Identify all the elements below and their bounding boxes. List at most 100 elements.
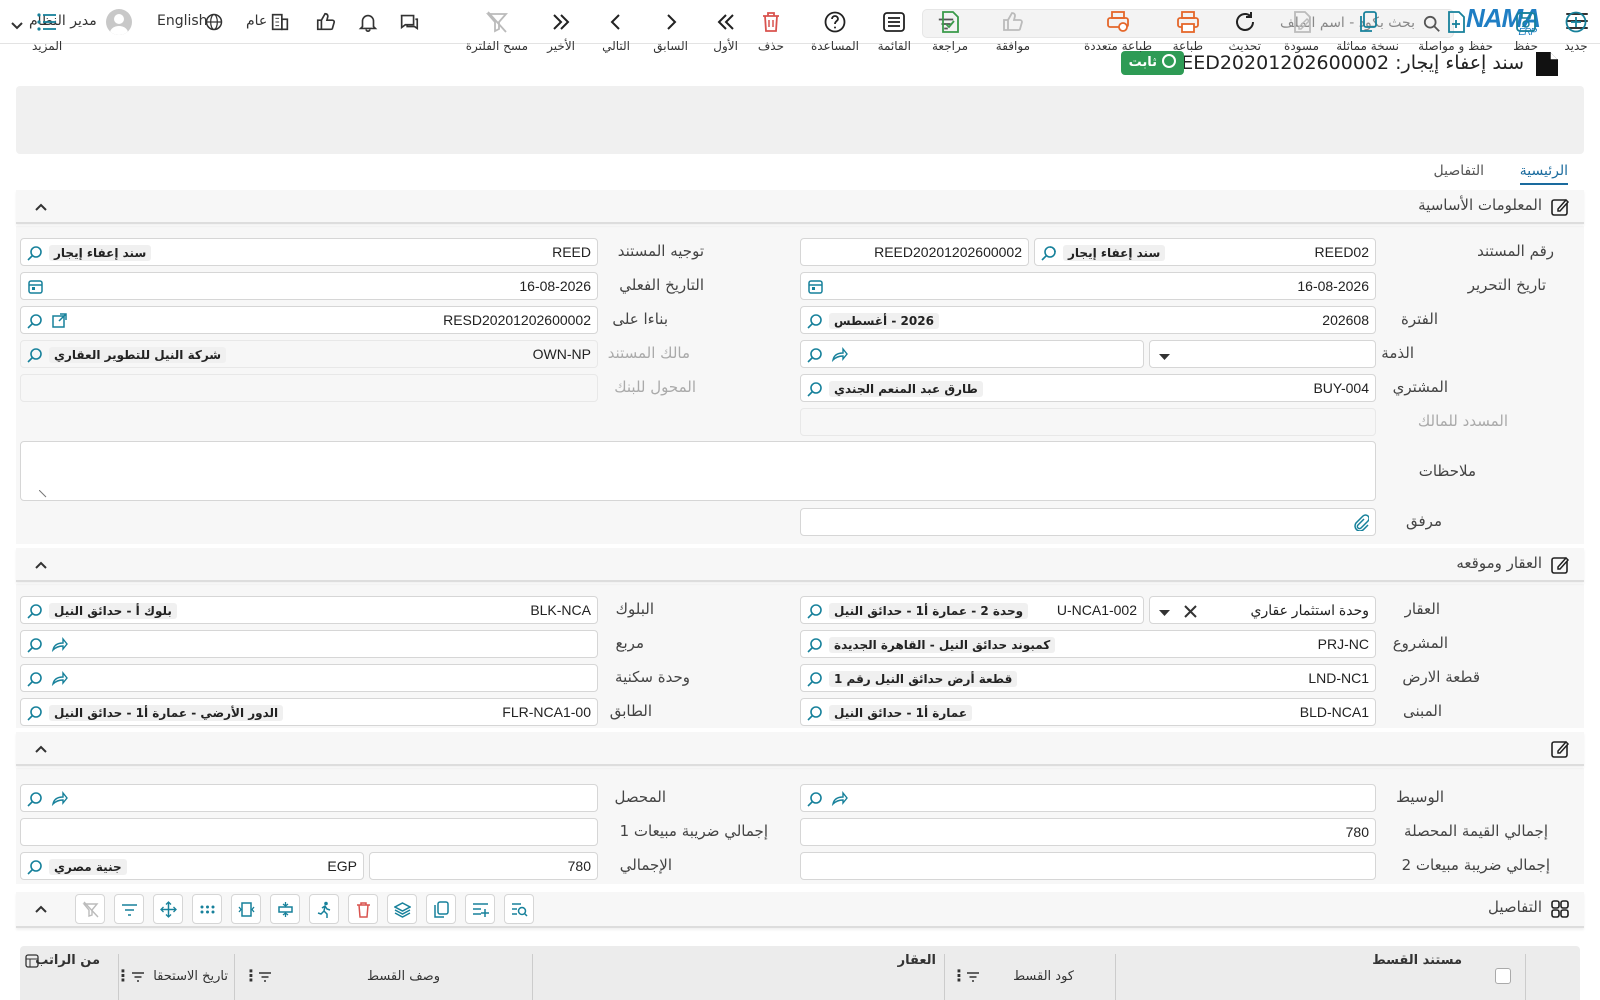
delete-button[interactable]: حذف: [758, 10, 784, 53]
lookup-icon[interactable]: [807, 704, 824, 721]
currency-field[interactable]: EGP جنية مصري: [20, 852, 364, 880]
chevron-down-icon[interactable]: [10, 15, 24, 37]
delete-row-button[interactable]: [348, 894, 378, 924]
share-icon[interactable]: [831, 790, 848, 807]
chevron-up-icon[interactable]: [34, 558, 48, 572]
property-type-select[interactable]: وحدة استثمار عقاري: [1149, 596, 1376, 624]
totals-header[interactable]: [16, 732, 1584, 766]
filter-icon[interactable]: [131, 970, 145, 984]
bell-icon[interactable]: [356, 11, 380, 33]
resize-handle-icon[interactable]: [39, 490, 47, 498]
clear-filter-button[interactable]: [75, 894, 105, 924]
col-from-salary[interactable]: من الراتب: [35, 953, 100, 968]
save-button[interactable]: حفظ: [1513, 10, 1538, 53]
next-button[interactable]: التالي: [602, 10, 630, 53]
lookup-icon[interactable]: [27, 704, 44, 721]
building-field[interactable]: BLD-NCA1 عمارة أ1 - حدائق النيل: [800, 698, 1376, 726]
actual-date-field[interactable]: 16-08-2026: [20, 272, 598, 300]
share-icon[interactable]: [831, 346, 848, 363]
clear-filter-button[interactable]: مسح الفلترة: [466, 10, 528, 53]
select-all-checkbox[interactable]: [1495, 968, 1511, 984]
residential-field[interactable]: [20, 664, 598, 692]
layers-button[interactable]: [387, 894, 417, 924]
add-row-button[interactable]: [465, 894, 495, 924]
lookup-icon[interactable]: [27, 346, 44, 363]
chevron-up-icon[interactable]: [34, 902, 48, 916]
print-button[interactable]: طباعة: [1173, 10, 1203, 53]
doc-book-field[interactable]: REED02 سند إعفاء إيجار: [1034, 238, 1376, 266]
grid-search-button[interactable]: [504, 894, 534, 924]
lookup-icon[interactable]: [27, 244, 44, 261]
lookup-icon[interactable]: [1041, 244, 1058, 261]
lookup-icon[interactable]: [807, 602, 824, 619]
share-icon[interactable]: [51, 636, 68, 653]
sales-tax2-field[interactable]: [800, 852, 1376, 880]
col-installment-code[interactable]: كود القسط: [1013, 969, 1074, 984]
edit-date-field[interactable]: 16-08-2026: [800, 272, 1376, 300]
lookup-icon[interactable]: [807, 636, 824, 653]
approve-button[interactable]: موافقة: [996, 10, 1030, 53]
based-on-field[interactable]: RESD20201202600002: [20, 306, 598, 334]
list-button[interactable]: القائمة: [878, 10, 911, 53]
first-button[interactable]: الأول: [713, 10, 738, 53]
lookup-icon[interactable]: [27, 602, 44, 619]
paperclip-icon[interactable]: [1352, 514, 1369, 531]
chevron-up-icon[interactable]: [34, 200, 48, 214]
lookup-icon[interactable]: [807, 346, 824, 363]
share-icon[interactable]: [51, 670, 68, 687]
lookup-icon[interactable]: [27, 312, 44, 329]
lookup-icon[interactable]: [807, 790, 824, 807]
close-icon[interactable]: [1182, 603, 1199, 620]
lookup-icon[interactable]: [27, 636, 44, 653]
help-button[interactable]: المساعدة: [811, 10, 859, 53]
floor-field[interactable]: FLR-NCA1-00 الدور الأرضي - عمارة أ1 - حد…: [20, 698, 598, 726]
previous-button[interactable]: السابق: [653, 10, 688, 53]
col-installment-doc[interactable]: مستند القسط: [1372, 953, 1462, 968]
col-installment-desc[interactable]: وصف القسط: [367, 969, 440, 984]
total-collected-field[interactable]: 780: [800, 818, 1376, 846]
draft-button[interactable]: مسودة: [1284, 10, 1319, 53]
new-button[interactable]: جديد: [1564, 10, 1588, 53]
multi-print-button[interactable]: طباعة متعددة: [1084, 10, 1152, 53]
lookup-icon[interactable]: [807, 380, 824, 397]
property-header[interactable]: العقار وموقعه: [16, 548, 1584, 582]
collector-field[interactable]: [20, 784, 598, 812]
lookup-icon[interactable]: [27, 858, 44, 875]
thumbs-up-icon[interactable]: [314, 11, 338, 33]
move-button[interactable]: [153, 894, 183, 924]
chat-icon[interactable]: [397, 11, 421, 33]
block-field[interactable]: BLK-NCA بلوك أ - حدائق النيل: [20, 596, 598, 624]
duplicate-button[interactable]: نسخة مماثلة: [1336, 10, 1399, 53]
filter-icon[interactable]: [258, 970, 272, 984]
project-field[interactable]: PRJ-NC كمبوند حدائق النيل - القاهرة الجد…: [800, 630, 1376, 658]
lookup-icon[interactable]: [807, 312, 824, 329]
external-link-icon[interactable]: [51, 312, 68, 329]
buyer-field[interactable]: BUY-004 طارق عبد المنعم الجندي: [800, 374, 1376, 402]
lookup-icon[interactable]: [807, 670, 824, 687]
tab-main[interactable]: الرئيسية: [1519, 163, 1568, 185]
calendar-icon[interactable]: [807, 278, 824, 295]
avatar[interactable]: [106, 9, 132, 35]
save-continue-button[interactable]: حفظ و مواصلة: [1418, 10, 1493, 53]
fit-columns-button[interactable]: [231, 894, 261, 924]
col-menu-icon[interactable]: ⋮: [951, 966, 967, 985]
lookup-icon[interactable]: [27, 790, 44, 807]
liability-field[interactable]: [800, 340, 1144, 368]
property-code-field[interactable]: U-NCA1-002 وحدة 2 - عمارة أ1 - حدائق الن…: [800, 596, 1144, 624]
sales-tax1-field[interactable]: [20, 818, 598, 846]
doc-code-field[interactable]: REED20201202600002: [800, 238, 1029, 266]
run-button[interactable]: [309, 894, 339, 924]
language-switch[interactable]: English: [157, 13, 208, 29]
col-property[interactable]: العقار: [898, 953, 936, 968]
collapse-button[interactable]: [270, 894, 300, 924]
share-icon[interactable]: [51, 790, 68, 807]
square-field[interactable]: [20, 630, 598, 658]
col-menu-icon[interactable]: ⋮: [243, 966, 259, 985]
last-button[interactable]: الأخير: [547, 10, 575, 53]
grand-total-field[interactable]: 780: [369, 852, 598, 880]
tab-details[interactable]: التفاصيل: [1434, 163, 1484, 179]
refresh-button[interactable]: تحديث: [1228, 10, 1261, 53]
filter-icon[interactable]: [966, 970, 980, 984]
liability-select[interactable]: [1149, 340, 1376, 368]
more-button[interactable]: المزيد: [32, 10, 62, 53]
